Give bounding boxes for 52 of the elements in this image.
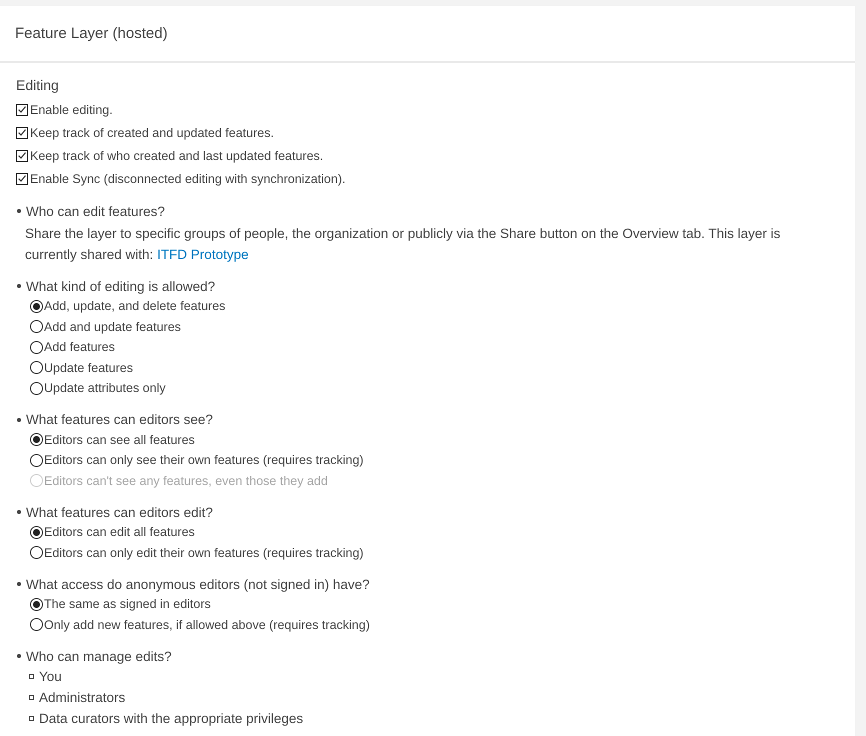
list-item-text: Data curators with the appropriate privileges [39,711,304,726]
radio-button[interactable] [30,340,43,354]
radio-button[interactable] [30,598,43,611]
radio-button[interactable] [30,454,43,467]
bullet-icon [17,418,21,422]
checkbox-label[interactable]: Enable Sync (disconnected editing with synchronization). [30,172,346,186]
bullet-icon [17,284,21,288]
radio-label[interactable]: Add, update, and delete features [44,299,226,314]
section-title: Editing [16,77,60,93]
radio-button[interactable] [30,618,43,632]
bullet-icon [17,582,21,586]
radio-label[interactable]: Only add new features, if allowed above (requires tracking) [44,618,370,632]
radio-label[interactable]: Editors can edit all features [44,525,195,540]
bullet-icon [29,716,34,721]
radio-label[interactable]: The same as signed in editors [44,597,211,612]
question-text: What features can editors see? [26,412,213,427]
group-link[interactable]: ITFD Prototype [157,247,249,262]
description-text: Share the layer to specific groups of people, the organization or publicly via the Share button on the Overview tab. This layer is currently shared with: ITFD Prototype [25,225,782,264]
radio-label[interactable]: Editors can see all features [44,432,195,447]
checkbox[interactable] [16,150,28,162]
radio-button[interactable] [30,382,43,395]
bullet-icon [29,674,34,679]
checkbox-label[interactable]: Keep track of created and updated features. [30,126,274,140]
checkbox-label[interactable]: Enable editing. [30,102,113,116]
radio-button[interactable] [30,546,43,560]
question-text: What kind of editing is allowed? [26,278,216,294]
bullet-icon [29,695,34,700]
list-item-text: You [39,669,62,684]
radio-button[interactable] [30,320,43,334]
checkbox[interactable] [16,172,28,184]
radio-button[interactable] [30,526,43,539]
question-text: Who can edit features? [26,204,165,218]
radio-label[interactable]: Editors can only edit their own features (requires tracking) [44,546,364,560]
bullet-icon [17,209,21,213]
radio-label[interactable]: Update attributes only [44,381,166,396]
radio-button[interactable] [30,433,43,446]
question-text: What access do anonymous editors (not signed in) have? [26,576,370,592]
checkbox[interactable] [16,126,28,138]
checkbox-label[interactable]: Keep track of who created and last updated features. [30,148,324,162]
panel-title: Feature Layer (hosted) [15,25,168,42]
radio-label[interactable]: Editors can only see their own features (requires tracking) [44,453,364,468]
question-text: Who can manage edits? [26,648,172,664]
radio-label[interactable]: Update features [44,360,133,375]
list-item-text: Administrators [39,690,126,705]
bullet-icon [17,510,21,514]
bullet-icon [17,654,21,658]
radio-button[interactable] [30,300,43,313]
question-text: What features can editors edit? [26,504,213,520]
radio-label[interactable]: Add features [44,340,115,354]
checkbox[interactable] [16,104,28,116]
radio-button[interactable] [30,361,43,374]
radio-label[interactable]: Add and update features [44,320,181,334]
